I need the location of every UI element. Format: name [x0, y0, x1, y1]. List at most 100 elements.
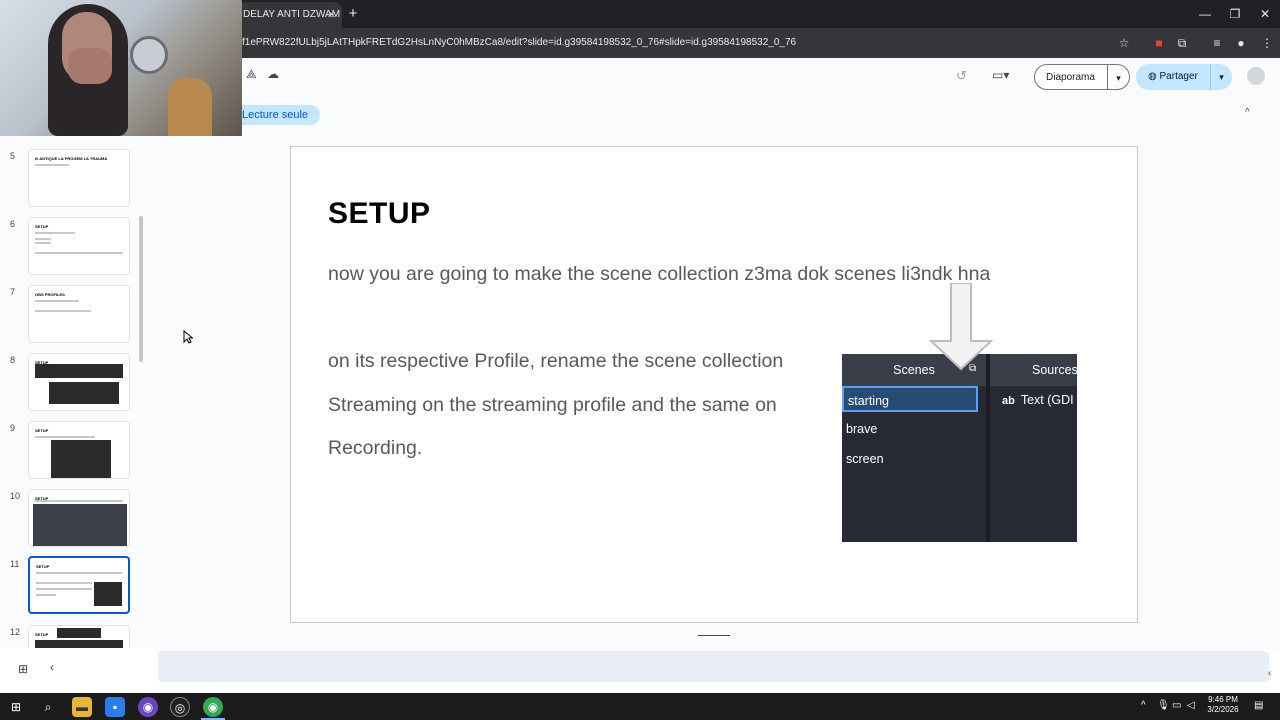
slide-number: 5: [10, 151, 16, 161]
scene-item: brave: [846, 422, 878, 436]
thumbnail-text-line: [36, 582, 92, 584]
slide-thumbnail-8[interactable]: SETUP: [28, 353, 130, 411]
tab-title: DELAY ANTI DZWAM: [243, 9, 341, 20]
thumbnail-text-line: [35, 164, 69, 166]
system-clock[interactable]: 9:46 PM 3/2/2026: [1200, 695, 1246, 715]
grid-view-icon[interactable]: ⊞: [18, 662, 28, 676]
meet-camera-icon[interactable]: ▭▾: [992, 68, 1009, 82]
obs-icon[interactable]: ◎: [170, 697, 190, 717]
app-icon-purple[interactable]: ◉: [138, 697, 158, 717]
slide-thumbnail-7[interactable]: OBS PROFILES: [28, 285, 130, 343]
extension-badge-icon[interactable]: ■: [1150, 34, 1168, 52]
close-tab-icon[interactable]: ✕: [327, 2, 336, 28]
source-item: ab Text (GDI: [1002, 392, 1074, 409]
slide-number: 6: [10, 219, 16, 229]
collapse-toolbar-icon[interactable]: ^: [1245, 107, 1250, 118]
move-to-drive-icon[interactable]: ⟁: [246, 67, 257, 82]
down-arrow-graphic: [929, 283, 993, 371]
filmstrip-scrollbar[interactable]: [139, 216, 143, 362]
microphone-icon[interactable]: 🎙: [1157, 700, 1170, 711]
sources-panel-header: Sources: [990, 354, 1077, 386]
thumbnail-image: [57, 628, 101, 638]
slide-filmstrip: 5 ill ANTIQUE LA PROGEM LA TRAUMA 6 SETU…: [0, 136, 158, 648]
slideshow-button[interactable]: Diaporama ▾: [1034, 64, 1130, 90]
globe-icon: ◍: [1148, 71, 1160, 82]
version-history-icon[interactable]: ↺: [956, 68, 967, 84]
slideshow-label: Diaporama: [1046, 72, 1095, 83]
thumbnail-text-line: [35, 310, 91, 312]
store-icon[interactable]: ▪: [105, 697, 125, 717]
webcam-hand: [68, 48, 112, 84]
thumbnail-text-line: [35, 500, 123, 502]
new-tab-button[interactable]: +: [346, 4, 360, 24]
notification-icon[interactable]: ▤: [1254, 700, 1263, 711]
cloud-saved-icon[interactable]: ☁: [267, 67, 279, 81]
windows-start-icon[interactable]: ⊞: [6, 697, 26, 717]
thumbnail-text-line: [35, 242, 51, 244]
restore-button[interactable]: ❐: [1220, 4, 1250, 24]
source-item-label: Text (GDI: [1020, 393, 1074, 407]
collapse-filmstrip-icon[interactable]: ‹: [50, 660, 54, 674]
sources-header-label: Sources: [1032, 363, 1077, 377]
slide-thumbnail-6[interactable]: SETUP: [28, 217, 130, 275]
volume-icon[interactable]: ◁: [1187, 700, 1195, 711]
read-only-chip: Lecture seule: [238, 105, 321, 125]
slide-number: 11: [10, 559, 20, 569]
slide-thumbnail-5[interactable]: ill ANTIQUE LA PROGEM LA TRAUMA: [28, 149, 130, 207]
thumbnail-image: [94, 582, 122, 606]
browser-tab[interactable]: DELAY ANTI DZWAM ✕: [238, 2, 342, 28]
text-source-icon: ab: [1002, 395, 1015, 407]
thumbnail-image: [51, 440, 111, 478]
thumbnail-text-line: [35, 436, 95, 438]
thumbnail-text-line: [35, 232, 75, 234]
slide-number: 8: [10, 355, 16, 365]
account-avatar[interactable]: [1247, 67, 1265, 85]
mouse-cursor: [183, 330, 193, 344]
extensions-icon[interactable]: ⧉: [1173, 34, 1191, 52]
network-icon[interactable]: ▭: [1172, 700, 1181, 711]
clock-date: 3/2/2026: [1207, 705, 1239, 714]
thumbnail-text-line: [36, 572, 122, 574]
close-window-button[interactable]: ✕: [1250, 4, 1280, 24]
slide-thumbnail-10[interactable]: SETUP: [28, 489, 130, 547]
chrome-icon[interactable]: ◉: [203, 697, 223, 717]
slide-number: 9: [10, 423, 16, 433]
file-explorer-icon[interactable]: ▬: [72, 697, 92, 717]
side-panel-chevron-icon[interactable]: ‹: [1268, 668, 1271, 679]
slide-thumbnail-11[interactable]: SETUP: [28, 556, 130, 614]
url-field[interactable]: f1ePRW822fULbj5jLAtTHpkFRETdG2HsLnNyC0hM…: [242, 28, 796, 58]
browser-menu-icon[interactable]: ⋮: [1258, 34, 1276, 52]
profile-avatar-icon[interactable]: ●: [1232, 34, 1250, 52]
thumbnail-image: [49, 382, 119, 404]
slide-body-line: now you are going to make the scene coll…: [328, 263, 991, 285]
slide-title: SETUP: [328, 197, 431, 230]
thumbnail-title: SETUP: [35, 428, 49, 433]
slide-thumbnail-9[interactable]: SETUP: [28, 421, 130, 479]
thumbnail-title: SETUP: [35, 224, 49, 229]
obs-screenshot: Scenes ⧉ Sources starting brave screen a…: [842, 354, 1077, 542]
speaker-notes-panel[interactable]: [158, 651, 1269, 682]
tray-overflow-icon[interactable]: ^: [1141, 700, 1146, 711]
webcam-background-mirror: [130, 36, 168, 74]
slide-body-line: on its respective Profile, rename the sc…: [328, 350, 784, 372]
thumbnail-image: [35, 364, 123, 378]
media-control-icon[interactable]: ≡: [1208, 34, 1226, 52]
share-button[interactable]: ◍ Partager ▾: [1136, 64, 1232, 90]
slide-body-line: Streaming on the streaming profile and t…: [328, 394, 777, 416]
search-icon[interactable]: ⌕: [38, 697, 58, 717]
slide-number: 7: [10, 287, 16, 297]
current-slide[interactable]: SETUP now you are going to make the scen…: [290, 146, 1138, 623]
bookmark-star-icon[interactable]: ☆: [1115, 34, 1133, 52]
thumbnail-image: [33, 504, 127, 546]
thumbnail-text-line: [35, 252, 123, 254]
slideshow-options-chevron-icon[interactable]: ▾: [1107, 65, 1129, 89]
notes-resize-handle[interactable]: [698, 635, 730, 636]
thumbnail-text-line: [35, 300, 79, 302]
share-options-chevron-icon[interactable]: ▾: [1210, 64, 1232, 90]
minimize-button[interactable]: —: [1190, 4, 1220, 24]
slide-thumbnail-12[interactable]: SETUP: [28, 625, 130, 648]
scene-item-active: starting: [842, 386, 978, 412]
scene-item: screen: [846, 452, 884, 466]
slide-number: 10: [10, 491, 21, 501]
thumbnail-title: OBS PROFILES: [35, 292, 65, 297]
